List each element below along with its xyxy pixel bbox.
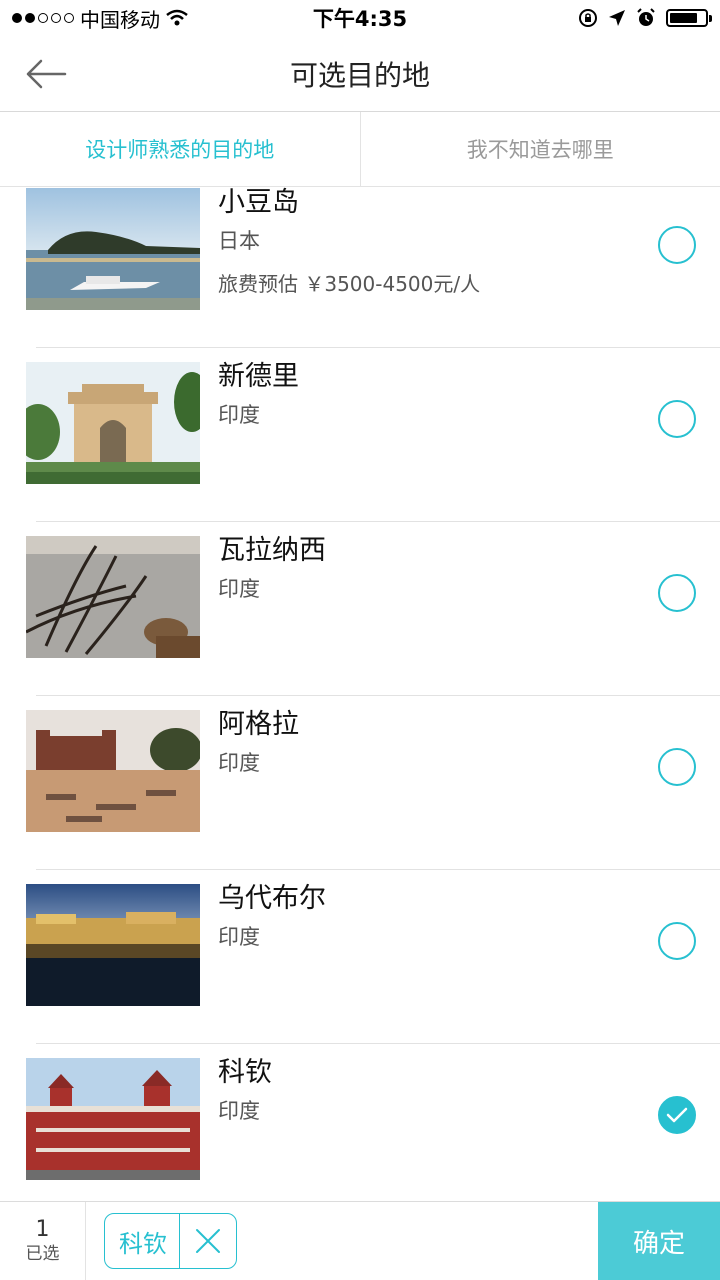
destination-name: 阿格拉 (218, 709, 299, 740)
destination-list[interactable]: 小豆岛 日本 旅费预估 ￥3500-4500元/人 新德里 印度 瓦拉纳西 印度… (0, 187, 720, 1201)
tab-unsure-destination[interactable]: 我不知道去哪里 (359, 112, 720, 186)
destination-country: 印度 (218, 403, 260, 427)
select-radio[interactable] (658, 922, 696, 960)
destination-photo (26, 536, 200, 658)
destination-row[interactable]: 阿格拉 印度 (0, 696, 720, 870)
status-bar: 中国移动 下午4:35 (0, 0, 720, 36)
back-arrow-icon (26, 59, 67, 89)
back-button[interactable] (22, 50, 70, 98)
carrier-name: 中国移动 (80, 7, 160, 32)
destination-country: 印度 (218, 577, 260, 601)
destination-row[interactable]: 瓦拉纳西 印度 (0, 522, 720, 696)
selected-chip: 科钦 (104, 1213, 237, 1269)
status-right (578, 8, 712, 28)
alarm-icon (637, 8, 655, 26)
destination-name: 新德里 (218, 361, 299, 392)
selected-count-number: 1 (35, 1217, 50, 1242)
destination-row[interactable]: 小豆岛 日本 旅费预估 ￥3500-4500元/人 (0, 187, 720, 348)
select-radio[interactable] (658, 400, 696, 438)
destination-photo (26, 1058, 200, 1180)
destination-name: 小豆岛 (218, 187, 299, 218)
rotation-lock-icon (579, 9, 597, 27)
destination-photo (26, 362, 200, 484)
tab-bar: 设计师熟悉的目的地 我不知道去哪里 (0, 112, 720, 187)
destination-row[interactable]: 乌代布尔 印度 (0, 870, 720, 1044)
cost-label: 旅费预估 (218, 272, 298, 296)
status-left: 中国移动 (12, 4, 578, 33)
destination-row[interactable]: 新德里 印度 (0, 348, 720, 522)
close-icon (196, 1229, 220, 1253)
destination-photo (26, 884, 200, 1006)
select-radio[interactable] (658, 748, 696, 786)
selected-count: 1 已选 (0, 1202, 86, 1280)
destination-country: 印度 (218, 751, 260, 775)
signal-strength-icon (12, 13, 74, 23)
page-title: 可选目的地 (289, 58, 430, 92)
chip-remove-button[interactable] (180, 1214, 236, 1268)
destination-country: 印度 (218, 1099, 260, 1123)
location-icon (609, 10, 625, 26)
selected-chips: 科钦 (86, 1202, 598, 1280)
wifi-icon (166, 9, 188, 26)
select-radio-checked[interactable] (658, 1096, 696, 1134)
tab-designer-destinations[interactable]: 设计师熟悉的目的地 (0, 112, 360, 186)
select-radio[interactable] (658, 574, 696, 612)
destination-name: 科钦 (218, 1057, 272, 1088)
bottom-bar: 1 已选 科钦 确定 (0, 1201, 720, 1280)
destination-photo (26, 188, 200, 310)
nav-bar: 可选目的地 (0, 36, 720, 112)
battery-icon (666, 9, 712, 27)
cost-value: ￥3500-4500元/人 (304, 272, 481, 296)
selected-chip-label: 科钦 (105, 1214, 180, 1268)
selected-count-label: 已选 (25, 1244, 60, 1264)
destination-name: 乌代布尔 (218, 883, 326, 914)
destination-row[interactable]: 科钦 印度 (0, 1044, 720, 1201)
confirm-button[interactable]: 确定 (598, 1202, 720, 1280)
destination-country: 印度 (218, 925, 260, 949)
destination-photo (26, 710, 200, 832)
select-radio[interactable] (658, 226, 696, 264)
destination-cost: 旅费预估 ￥3500-4500元/人 (218, 268, 480, 297)
destination-name: 瓦拉纳西 (218, 535, 326, 566)
checkmark-icon (666, 1107, 688, 1123)
destination-country: 日本 (218, 229, 260, 253)
